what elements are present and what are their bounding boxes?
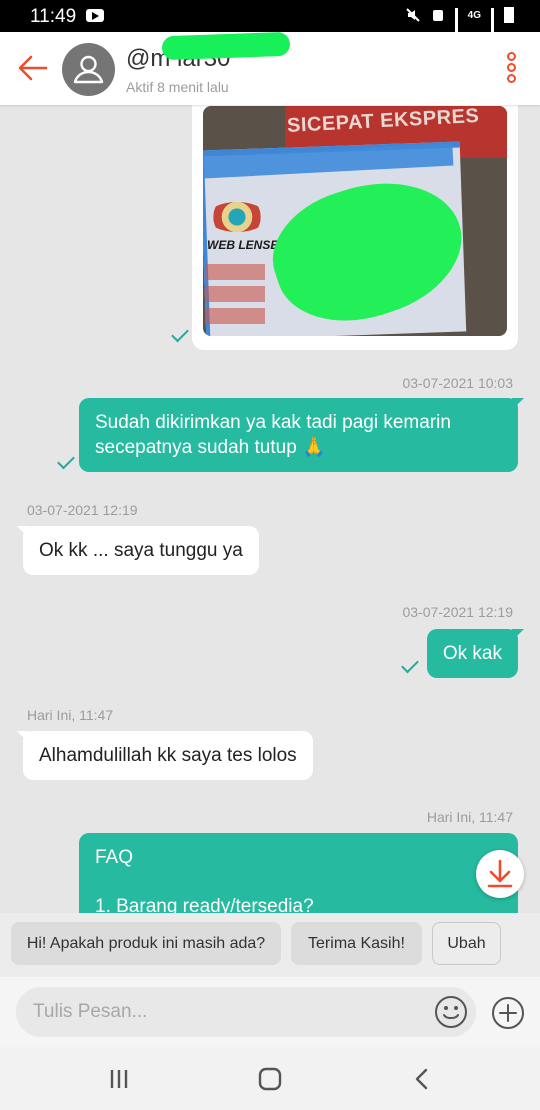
youtube-icon — [86, 9, 104, 22]
more-vertical-icon[interactable] — [504, 52, 518, 86]
message-bubble-incoming[interactable]: Alhamdulillah kk saya tes lolos — [17, 731, 313, 780]
signal-icon — [454, 8, 458, 43]
message-bubble-outgoing[interactable]: Ok kak — [426, 629, 525, 678]
faq-item: 1. Barang ready/tersedia? — [95, 896, 314, 913]
message-timestamp: Hari Ini, 11:47 — [27, 707, 114, 723]
network-type: 4G — [467, 9, 481, 21]
message-bubble-outgoing[interactable]: Sudah dikirimkan ya kak tadi pagi kemari… — [79, 398, 524, 472]
scroll-to-bottom-button[interactable] — [476, 850, 524, 898]
system-navigation-bar — [0, 1047, 540, 1110]
checkmark-icon — [400, 662, 418, 674]
signal-2-icon — [491, 8, 494, 43]
download-icon — [487, 859, 513, 888]
shipping-photo[interactable]: SICEPAT EKSPRES WEB LENSE — [203, 106, 507, 336]
message-input[interactable] — [16, 987, 476, 1037]
message-timestamp: Hari Ini, 11:47 — [426, 809, 513, 825]
faq-message-bubble[interactable]: FAQ 1. Barang ready/tersedia? — [79, 833, 518, 913]
recent-apps-icon[interactable] — [99, 1065, 139, 1093]
mute-icon — [405, 8, 420, 22]
chat-area[interactable]: SICEPAT EKSPRES WEB LENSE 03-07-2021 10:… — [0, 105, 540, 913]
status-bar: 11:49 4G — [0, 0, 540, 43]
status-icons: 4G — [405, 7, 514, 43]
avatar[interactable] — [62, 43, 115, 96]
message-timestamp: 03-07-2021 12:19 — [27, 502, 138, 518]
quick-reply-bar: Hi! Apakah produk ini masih ada? Terima … — [0, 913, 540, 977]
home-icon[interactable] — [250, 1065, 290, 1093]
message-input-area — [0, 977, 540, 1047]
quick-reply-chip[interactable]: Terima Kasih! — [291, 922, 422, 965]
redaction-scribble — [161, 31, 291, 61]
edit-quick-replies-button[interactable]: Ubah — [432, 922, 501, 965]
avatar-icon — [73, 55, 104, 84]
back-arrow-icon[interactable] — [16, 52, 50, 84]
message-timestamp: 03-07-2021 10:03 — [402, 375, 513, 391]
battery-icon — [504, 7, 514, 23]
photo-logo-text: WEB LENSE — [207, 238, 279, 252]
checkmark-icon — [170, 331, 188, 343]
message-timestamp: 03-07-2021 12:19 — [402, 604, 513, 620]
back-icon[interactable] — [402, 1065, 442, 1093]
plus-icon[interactable] — [491, 996, 525, 1030]
image-message[interactable]: SICEPAT EKSPRES WEB LENSE — [192, 105, 518, 350]
quick-reply-chip[interactable]: Hi! Apakah produk ini masih ada? — [11, 922, 281, 965]
emoji-icon[interactable] — [434, 995, 468, 1029]
status-time: 11:49 — [30, 6, 77, 27]
alarm-icon — [432, 10, 443, 21]
photo-logo — [207, 202, 267, 232]
faq-title: FAQ — [95, 847, 134, 868]
message-bubble-incoming[interactable]: Ok kk ... saya tunggu ya — [17, 526, 259, 575]
checkmark-icon — [56, 458, 74, 470]
last-active-status: Aktif 8 menit lalu — [126, 79, 229, 95]
chat-header: @m lar30 Aktif 8 menit lalu — [0, 31, 540, 105]
